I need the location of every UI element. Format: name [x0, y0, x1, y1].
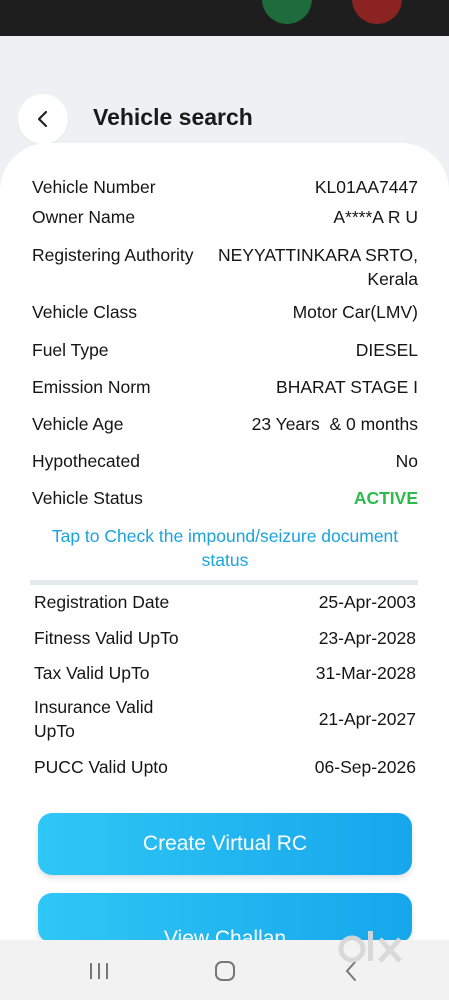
detail-value: 23 Years & 0 months — [251, 414, 418, 434]
back-button[interactable] — [18, 94, 68, 144]
validity-label: Registration Date — [34, 592, 170, 612]
detail-value-line: Kerala — [367, 269, 418, 289]
detail-row-hypothecated: Hypothecated No — [32, 449, 418, 473]
validity-value: 25-Apr-2003 — [318, 592, 416, 612]
detail-value: NEYYATTINKARA SRTO, Kerala — [218, 243, 418, 291]
detail-row-vehicle-number: Vehicle Number KL01AA7447 — [32, 175, 418, 199]
detail-row-vehicle-age: Vehicle Age 23 Years & 0 months — [32, 412, 418, 436]
detail-value: KL01AA7447 — [314, 177, 418, 197]
validity-label: PUCC Valid Upto — [34, 757, 168, 777]
call-overlay-bar — [0, 0, 449, 36]
chevron-left-icon — [37, 110, 48, 128]
validity-row-insurance: Insurance Valid UpTo 21-Apr-2027 — [34, 695, 416, 743]
validity-row-registration-date: Registration Date 25-Apr-2003 — [34, 590, 416, 614]
create-virtual-rc-button[interactable]: Create Virtual RC — [38, 813, 412, 875]
detail-label: Hypothecated — [32, 451, 140, 471]
decline-call-button[interactable] — [352, 0, 402, 24]
validity-label: Insurance Valid UpTo — [34, 695, 153, 743]
page-title: Vehicle search — [93, 104, 253, 130]
detail-label: Owner Name — [32, 207, 136, 227]
validity-value: 21-Apr-2027 — [318, 709, 416, 729]
validity-row-pucc: PUCC Valid Upto 06-Sep-2026 — [34, 755, 416, 779]
validity-row-tax: Tax Valid UpTo 31-Mar-2028 — [34, 661, 416, 685]
detail-row-fuel-type: Fuel Type DIESEL — [32, 338, 418, 362]
detail-label: Vehicle Class — [32, 302, 138, 322]
detail-value: A****A R U — [333, 207, 418, 227]
detail-row-emission-norm: Emission Norm BHARAT STAGE I — [32, 375, 418, 399]
page-header: Vehicle search — [0, 36, 449, 156]
detail-row-vehicle-status: Vehicle Status ACTIVE — [32, 486, 418, 510]
detail-value: No — [395, 451, 418, 471]
detail-label: Vehicle Number — [32, 177, 156, 197]
detail-label: Emission Norm — [32, 377, 151, 397]
validity-label: Tax Valid UpTo — [34, 663, 150, 683]
validity-label: Fitness Valid UpTo — [34, 628, 179, 648]
validity-value: 31-Mar-2028 — [315, 663, 416, 683]
validity-row-fitness: Fitness Valid UpTo 23-Apr-2028 — [34, 626, 416, 650]
recent-apps-icon[interactable] — [86, 958, 112, 984]
olx-watermark-logo — [336, 925, 416, 975]
impound-status-link[interactable]: Tap to Check the impound/seizure documen… — [30, 524, 420, 572]
section-divider — [30, 580, 418, 585]
answer-call-button[interactable] — [262, 0, 312, 24]
validity-value: 06-Sep-2026 — [314, 757, 416, 777]
detail-label: Vehicle Status — [32, 488, 143, 508]
detail-value: DIESEL — [355, 340, 418, 360]
impound-link-line: Tap to Check the impound/seizure documen… — [51, 526, 399, 546]
impound-link-line: status — [201, 550, 249, 570]
validity-label-line: UpTo — [34, 721, 75, 741]
detail-row-registering-authority: Registering Authority NEYYATTINKARA SRTO… — [32, 243, 418, 291]
detail-value: BHARAT STAGE I — [276, 377, 418, 397]
detail-value-line: NEYYATTINKARA SRTO, — [217, 245, 418, 265]
validity-value: 23-Apr-2028 — [318, 628, 416, 648]
home-icon[interactable] — [212, 958, 238, 984]
detail-label: Vehicle Age — [32, 414, 124, 434]
detail-label: Fuel Type — [32, 340, 109, 360]
validity-label-line: Insurance Valid — [34, 697, 154, 717]
detail-label: Registering Authority — [32, 245, 194, 265]
status-badge: ACTIVE — [353, 488, 418, 508]
detail-value: Motor Car(LMV) — [292, 302, 418, 322]
detail-row-vehicle-class: Vehicle Class Motor Car(LMV) — [32, 300, 418, 324]
detail-row-owner-name: Owner Name A****A R U — [32, 205, 418, 229]
